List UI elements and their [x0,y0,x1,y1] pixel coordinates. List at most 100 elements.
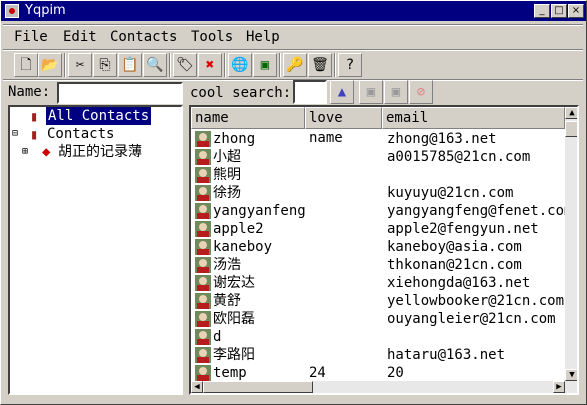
menu-file[interactable]: File [14,29,48,45]
key-button[interactable]: 🔑 [283,53,307,77]
menu-help[interactable]: Help [246,29,280,45]
toolbar-separator [334,53,336,77]
tree-item-contacts[interactable]: ⊟ ▮ Contacts [10,125,181,143]
contact-name: zhong [213,131,256,147]
table-row[interactable]: 熊明 [191,166,561,184]
save-as-icon: ▣ [391,84,401,100]
contact-avatar-icon [195,221,211,237]
tree-item-all-contacts[interactable]: ▮ All Contacts [10,107,181,125]
book-icon: ▮ [30,109,39,125]
horizontal-scrollbar[interactable]: ◀ ▶ [191,381,565,393]
table-row[interactable]: zhong zhong@163.net [191,130,561,148]
contact-name: yangyanfeng [213,203,306,219]
help-button[interactable]: ? [338,53,362,77]
toolbar-separator [169,53,171,77]
contact-email: kaneboy@asia.com [387,239,522,255]
world-icon: 🌐 [231,57,249,73]
column-header-email[interactable]: email [382,107,565,129]
group-tree[interactable]: ▮ All Contacts ⊟ ▮ Contacts ⊞ ◆ 胡正的记录薄 [8,105,183,395]
name-label: Name: [8,84,51,100]
vertical-scrollbar[interactable]: ▲ ▼ [565,107,577,393]
table-row[interactable]: 小超 a0015785@21cn.com [191,148,561,166]
contact-avatar-icon [195,347,211,363]
scroll-down-button[interactable]: ▼ [565,369,577,381]
contact-email: apple2@fengyun.net [387,221,539,237]
contact-avatar-icon [195,131,211,147]
table-row[interactable]: 李路阳 hataru@163.net [191,346,561,364]
table-row[interactable]: 谢宏达 xiehongda@163.net [191,274,561,292]
table-row[interactable]: 徐扬 kuyuyu@21cn.com [191,184,561,202]
copy-button[interactable]: ⎘ [93,53,117,77]
horizontal-scroll-thumb[interactable] [203,381,313,393]
cancel-button[interactable]: ⊘ [409,80,433,104]
table-row[interactable]: 汤浩 thkonan@21cn.com [191,256,561,274]
scroll-up-button[interactable]: ▲ [565,107,577,119]
trash-icon: 🗑 [311,57,329,73]
expand-plus-icon[interactable]: ⊞ [22,143,28,161]
contact-email: yellowbooker@21cn.com [387,293,565,309]
close-button[interactable]: × [568,4,584,18]
card-button[interactable]: ▣ [253,53,277,77]
contact-name: apple2 [213,221,264,237]
toolbar-separator [64,53,66,77]
cut-button[interactable]: ✂ [68,53,92,77]
contact-email: hataru@163.net [387,347,506,363]
expand-minus-icon[interactable]: ⊟ [12,125,18,143]
menu-contacts[interactable]: Contacts [110,29,177,45]
table-row[interactable]: kaneboy kaneboy@asia.com [191,238,561,256]
paste-button[interactable]: 📋 [118,53,142,77]
window-title: Yqpim [25,3,66,18]
table-row[interactable]: yangyanfeng yangyangfeng@fenet.com [191,202,572,220]
cool-search-input[interactable] [293,80,327,104]
contact-email: yangyangfeng@fenet.com [387,203,573,219]
title-bar[interactable]: Yqpim _ □ × [1,1,586,21]
delete-button[interactable]: ✖ [198,53,222,77]
tree-item-label: All Contacts [46,107,152,125]
contact-avatar-icon [195,329,211,345]
contact-name: 熊明 [213,167,241,183]
menu-tools[interactable]: Tools [191,29,233,45]
save-button[interactable]: ▣ [359,80,383,104]
contact-name: 欧阳磊 [213,311,255,327]
maximize-button[interactable]: □ [551,4,567,18]
cancel-icon: ⊘ [416,84,426,100]
contact-avatar-icon [195,293,211,309]
trash-button[interactable]: 🗑 [308,53,332,77]
scroll-right-button[interactable]: ▶ [553,381,565,393]
contact-email: kuyuyu@21cn.com [387,185,514,201]
contact-email: 20 [387,365,404,381]
table-row[interactable]: 欧阳磊 ouyangleier@21cn.com [191,310,561,328]
new-icon: 🗋 [20,57,32,73]
contact-email: thkonan@21cn.com [387,257,522,273]
open-button[interactable]: 📂 [38,53,62,77]
column-header-name[interactable]: name [191,107,305,129]
contact-email: zhong@163.net [387,131,497,147]
contact-name: 汤浩 [213,257,241,273]
column-header-love-name[interactable]: love name [305,107,382,146]
table-row[interactable]: temp 24 20 [191,364,561,382]
save-as-button[interactable]: ▣ [384,80,408,104]
contact-avatar-icon [195,149,211,165]
find-icon: 🔍 [146,57,164,73]
search-up-button[interactable]: ▲ [330,80,354,104]
table-row[interactable]: d [191,328,561,346]
app-icon [5,4,19,18]
scroll-left-button[interactable]: ◀ [191,381,203,393]
table-row[interactable]: apple2 apple2@fengyun.net [191,220,561,238]
tree-item-record-book[interactable]: ⊞ ◆ 胡正的记录薄 [10,143,181,161]
tag-button[interactable]: 🏷 [173,53,197,77]
contact-list[interactable]: name love name email zhong zhong@163.net 小… [189,105,579,395]
new-button[interactable]: 🗋 [14,53,38,77]
table-row[interactable]: 黄舒 yellowbooker@21cn.com [191,292,565,310]
copy-icon: ⎘ [99,57,111,73]
minimize-button[interactable]: _ [534,4,550,18]
contact-name: 徐扬 [213,185,241,201]
vertical-scroll-thumb[interactable] [565,121,577,137]
contact-love-name: 24 [309,365,326,381]
key-icon: 🔑 [286,57,304,73]
name-input[interactable] [57,82,183,104]
find-button[interactable]: 🔍 [143,53,167,77]
menu-edit[interactable]: Edit [63,29,97,45]
world-button[interactable]: 🌐 [228,53,252,77]
toolbar-top-divider [3,49,583,51]
